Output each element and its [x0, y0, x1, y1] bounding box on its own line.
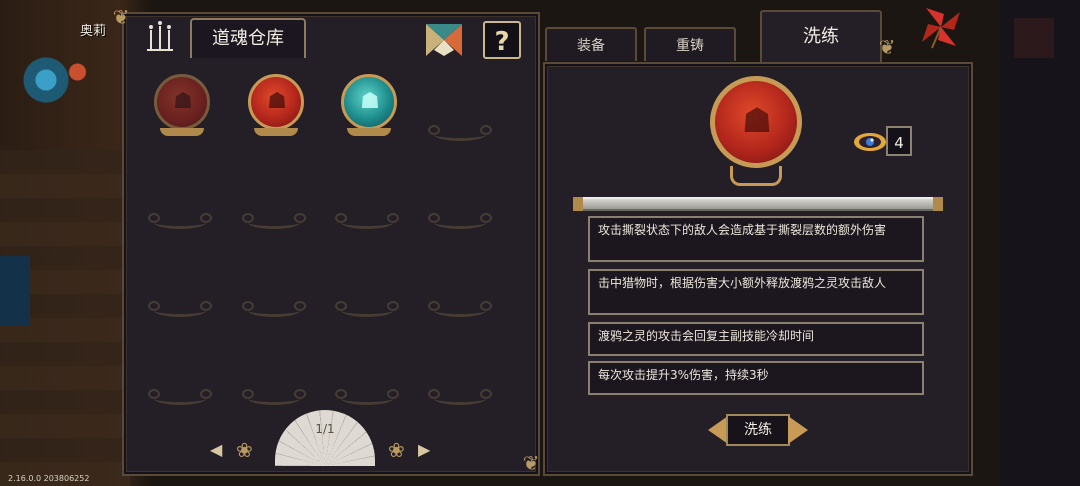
empty-stand: [428, 213, 492, 229]
orb-stand: [160, 128, 204, 136]
tab-recast[interactable]: 重铸: [644, 27, 736, 61]
empty-stand: [148, 389, 212, 405]
soul-slot-empty[interactable]: [242, 334, 306, 406]
help-button[interactable]: ?: [483, 21, 521, 59]
empty-stand: [428, 125, 492, 141]
empty-stand: [242, 301, 306, 317]
prev-page-button[interactable]: ◀: [210, 440, 222, 459]
soul-slot-empty[interactable]: [148, 246, 212, 318]
effect-line: 击中猎物时，根据伤害大小额外释放渡鸦之灵攻击敌人: [588, 269, 924, 315]
game-scene: [0, 0, 130, 486]
soul-slot[interactable]: ☗: [246, 70, 306, 142]
soul-slot-empty[interactable]: [335, 158, 399, 230]
soul-slot-empty[interactable]: [428, 246, 492, 318]
soul-slot-empty[interactable]: [428, 334, 492, 406]
soul-slot-empty[interactable]: [335, 246, 399, 318]
corner-ornament: ❦: [522, 451, 540, 475]
soul-slot-empty[interactable]: [335, 334, 399, 406]
soul-face-icon: ☗: [741, 101, 773, 141]
panel-title-text: 道魂仓库: [212, 28, 284, 49]
right-edge-scene: [1000, 0, 1080, 486]
scene-machine: [10, 40, 100, 120]
tangram-icon[interactable]: [424, 22, 464, 58]
pinwheel-icon[interactable]: [918, 4, 964, 50]
soul-face-icon: ☗: [173, 89, 193, 114]
soul-slot-empty[interactable]: [242, 158, 306, 230]
empty-stand: [335, 213, 399, 229]
soul-slot[interactable]: ☗: [339, 70, 399, 142]
corner-ornament: ❦: [878, 35, 896, 59]
soul-slot-empty[interactable]: [242, 246, 306, 318]
empty-stand: [242, 213, 306, 229]
button-wing: [708, 416, 728, 444]
cloud-ornament: ❀: [388, 438, 405, 462]
eye-gem-icon: [854, 133, 886, 151]
effect-line: 每次攻击提升3%伤害，持续3秒: [588, 361, 924, 395]
empty-stand: [148, 213, 212, 229]
soul-orb-red: ☗: [248, 74, 304, 130]
character-name: 奥莉: [80, 24, 107, 39]
orb-stand: [347, 128, 391, 136]
selected-soul-orb: ☗: [710, 76, 802, 168]
empty-stand: [428, 301, 492, 317]
empty-stand: [148, 301, 212, 317]
scroll-divider: [573, 197, 943, 211]
orb-stand: [254, 128, 298, 136]
version-label: 2.16.0.0 203806252: [8, 474, 90, 483]
selected-orb-stand: [730, 166, 782, 186]
empty-stand: [335, 301, 399, 317]
soul-slot-empty[interactable]: [148, 334, 212, 406]
soul-face-icon: ☗: [360, 89, 380, 114]
refine-button-label: 洗练: [726, 414, 790, 446]
empty-stand: [428, 389, 492, 405]
soul-orb-red: ☗: [154, 74, 210, 130]
soul-grid: ☗ ☗ ☗: [148, 70, 526, 430]
soul-slot-empty[interactable]: [428, 70, 492, 142]
empty-stand: [242, 389, 306, 405]
tab-refine[interactable]: 洗练: [760, 10, 882, 62]
refine-button[interactable]: 洗练: [706, 410, 810, 452]
soul-face-icon: ☗: [267, 89, 287, 114]
soul-slot-empty[interactable]: [148, 158, 212, 230]
scene-block: [1014, 18, 1054, 58]
effect-line: 渡鸦之灵的攻击会回复主副技能冷却时间: [588, 322, 924, 356]
next-page-button[interactable]: ▶: [418, 440, 430, 459]
scene-door: [0, 256, 30, 326]
cloud-ornament: ❀: [236, 438, 253, 462]
panel-title: 道魂仓库: [190, 18, 306, 58]
soul-orb-teal: ☗: [341, 74, 397, 130]
tab-equip[interactable]: 装备: [545, 27, 637, 61]
page-indicator: 1/1: [315, 422, 335, 436]
empty-stand: [335, 389, 399, 405]
soul-slot-empty[interactable]: [428, 158, 492, 230]
button-wing: [788, 416, 808, 444]
corner-ornament: ❦: [112, 5, 130, 29]
refine-cost-count: 4: [886, 126, 912, 156]
effect-line: 攻击撕裂状态下的敌人会造成基于撕裂层数的额外伤害: [588, 216, 924, 262]
soul-slot[interactable]: ☗: [152, 70, 212, 142]
candelabra-icon: [147, 21, 173, 51]
